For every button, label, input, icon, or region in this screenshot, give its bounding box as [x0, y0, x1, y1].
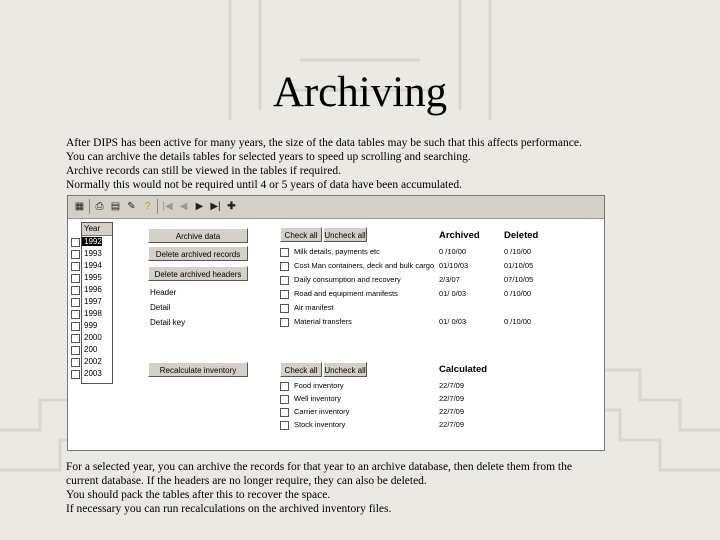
archive-item[interactable]: Road and equipment manifests	[280, 289, 398, 299]
calc-checkbox[interactable]	[280, 394, 289, 404]
year-row[interactable]: 1997	[71, 296, 112, 308]
archive-checkbox[interactable]	[280, 303, 289, 313]
archive-checkbox[interactable]	[280, 289, 289, 299]
calc-checkbox[interactable]	[280, 381, 289, 391]
toolbar-separator	[89, 199, 90, 214]
calc-item[interactable]: Stock inventory	[280, 420, 345, 430]
delete-archived-headers-button[interactable]: Delete archived headers	[148, 266, 248, 281]
year-checkbox[interactable]	[71, 370, 80, 379]
year-checkbox[interactable]	[71, 262, 80, 271]
calc-item[interactable]: Carrier inventory	[280, 407, 349, 417]
intro-line: You can archive the details tables for s…	[66, 151, 471, 163]
archive-data-button[interactable]: Archive data	[148, 228, 248, 243]
prev-icon[interactable]: ◀	[176, 199, 191, 214]
archive-item[interactable]: Milk details, payments etc	[280, 247, 380, 257]
intro-line: Normally this would not be required unti…	[66, 179, 462, 191]
year-checkbox[interactable]	[71, 346, 80, 355]
outro-line: You should pack the tables after this to…	[66, 489, 331, 501]
year-row[interactable]: 999	[71, 320, 112, 332]
deleted-date: 0 /10/00	[504, 289, 532, 298]
check-all-button[interactable]: Check all	[280, 227, 322, 242]
calculated-column-header: Calculated	[439, 364, 488, 375]
outro-line: If necessary you can run recalculations …	[66, 503, 392, 515]
preview-icon[interactable]: ▤	[108, 199, 123, 214]
year-row[interactable]: 1993	[71, 248, 112, 260]
calc-item[interactable]: Food inventory	[280, 381, 344, 391]
calculated-date: 22/7/09	[439, 407, 465, 416]
slide-title: Archiving	[272, 69, 448, 116]
year-row[interactable]: 1992	[71, 236, 112, 248]
year-checkbox[interactable]	[71, 322, 80, 331]
next-icon[interactable]: ▶	[192, 199, 207, 214]
deleted-date: 0 /10/00	[504, 317, 532, 326]
archived-date: 01/ 0/03	[439, 317, 467, 326]
print-icon[interactable]: ⎙	[92, 199, 107, 214]
intro-line: Archive records can still be viewed in t…	[66, 165, 341, 177]
calc-uncheck-all-button[interactable]: Uncheck all	[323, 362, 367, 377]
year-row[interactable]: 1995	[71, 272, 112, 284]
year-row[interactable]: 200	[71, 344, 112, 356]
toolbar-separator	[157, 199, 158, 214]
calculated-date: 22/7/09	[439, 394, 465, 403]
table-icon[interactable]: ▦	[72, 199, 87, 214]
deleted-date: 01/10/05	[504, 261, 534, 270]
calc-check-all-button[interactable]: Check all	[280, 362, 322, 377]
help-icon[interactable]: ?	[140, 199, 155, 214]
archive-item[interactable]: Cost Man containers, deck and bulk cargo	[280, 261, 434, 271]
year-row[interactable]: 1996	[71, 284, 112, 296]
outro-text: For a selected year, you can archive the…	[66, 460, 686, 516]
year-row[interactable]: 2000	[71, 332, 112, 344]
deleted-date: 0 /10/00	[504, 247, 532, 256]
calculated-date: 22/7/09	[439, 420, 465, 429]
header-label: Header	[150, 288, 177, 297]
year-checkbox[interactable]	[71, 250, 80, 259]
deleted-column-header: Deleted	[504, 230, 539, 241]
first-icon[interactable]: |◀	[160, 199, 175, 214]
calc-checkbox[interactable]	[280, 420, 289, 430]
year-checkbox[interactable]	[71, 286, 80, 295]
add-icon[interactable]: ✚	[224, 199, 239, 214]
toolbar: ▦ ⎙ ▤ ✎ ? |◀ ◀ ▶ ▶| ✚	[68, 196, 604, 219]
archived-date: 01/10/03	[439, 261, 469, 270]
recalculate-inventory-button[interactable]: Recalculate inventory	[148, 362, 248, 377]
intro-text: After DIPS has been active for many year…	[66, 136, 686, 192]
archive-checkbox[interactable]	[280, 275, 289, 285]
uncheck-all-button[interactable]: Uncheck all	[323, 227, 367, 242]
detail-label: Detail	[150, 303, 171, 312]
archive-checkbox[interactable]	[280, 261, 289, 271]
calc-item[interactable]: Well inventory	[280, 394, 341, 404]
outro-line: For a selected year, you can archive the…	[66, 461, 572, 473]
archive-window: ▦ ⎙ ▤ ✎ ? |◀ ◀ ▶ ▶| ✚ Year 1992 1993 199…	[67, 195, 605, 451]
last-icon[interactable]: ▶|	[208, 199, 223, 214]
archived-date: 0 /10/00	[439, 247, 467, 256]
archive-checkbox[interactable]	[280, 247, 289, 257]
archive-checkbox[interactable]	[280, 317, 289, 327]
archive-item[interactable]: Material transfers	[280, 317, 352, 327]
archive-item[interactable]: Daily consumption and recovery	[280, 275, 401, 285]
year-list[interactable]: Year 1992 1993 1994 1995 1996 1997 1998 …	[71, 222, 113, 384]
intro-line: After DIPS has been active for many year…	[66, 137, 582, 149]
delete-archived-records-button[interactable]: Delete archived records	[148, 246, 248, 261]
archive-item[interactable]: Air manifest	[280, 303, 334, 313]
deleted-date: 07/10/05	[504, 275, 534, 284]
calc-checkbox[interactable]	[280, 407, 289, 417]
year-row[interactable]: 1998	[71, 308, 112, 320]
outro-line: current database. If the headers are no …	[66, 475, 427, 487]
year-list-header: Year	[82, 223, 112, 236]
calculated-date: 22/7/09	[439, 381, 465, 390]
archived-date: 01/ 0/03	[439, 289, 467, 298]
year-checkbox[interactable]	[71, 238, 80, 247]
year-checkbox[interactable]	[71, 274, 80, 283]
detail-key-label: Detail key	[150, 318, 186, 327]
year-checkbox[interactable]	[71, 334, 80, 343]
year-checkbox[interactable]	[71, 358, 80, 367]
year-row[interactable]: 2003	[71, 368, 112, 380]
year-row[interactable]: 2002	[71, 356, 112, 368]
archived-date: 2/3/07	[439, 275, 460, 284]
export-icon[interactable]: ✎	[124, 199, 139, 214]
year-row[interactable]: 1994	[71, 260, 112, 272]
year-checkbox[interactable]	[71, 310, 80, 319]
archived-column-header: Archived	[439, 230, 480, 241]
year-checkbox[interactable]	[71, 298, 80, 307]
